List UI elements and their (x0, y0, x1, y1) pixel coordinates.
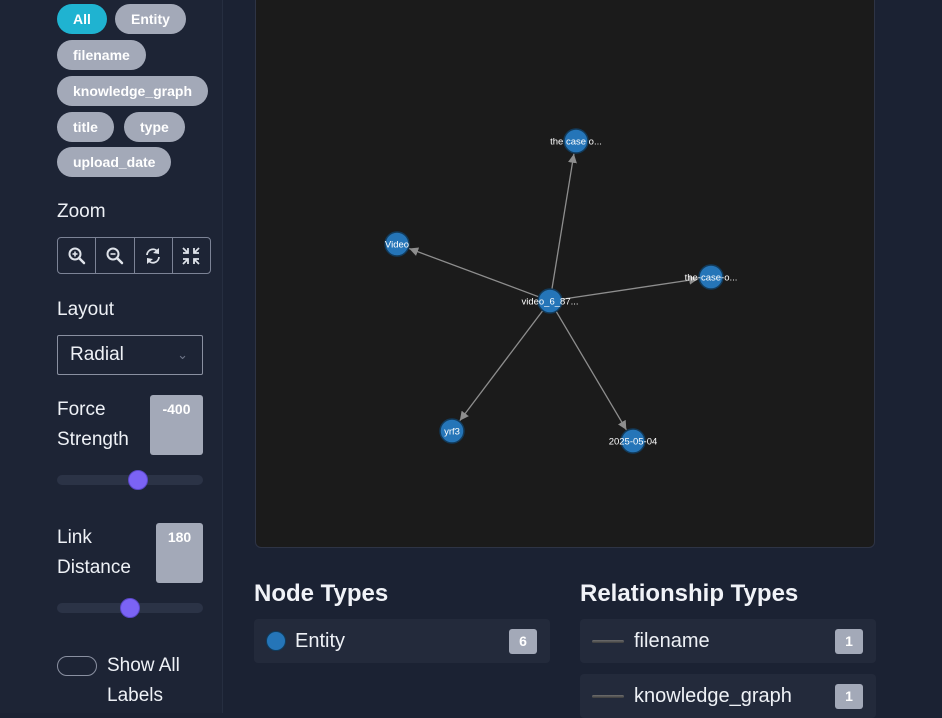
graph-edge-type (408, 247, 539, 298)
entity-node-color-icon (266, 631, 286, 651)
fit-screen-button[interactable] (173, 238, 210, 273)
relationship-type-label: knowledge_graph (634, 685, 792, 707)
chevron-down-icon: ⌄ (177, 347, 188, 362)
node-type-label: Entity (295, 630, 346, 652)
filter-chip-all[interactable]: All (57, 4, 107, 34)
link-distance-input[interactable]: 180 (156, 523, 203, 583)
filter-chip-type[interactable]: type (124, 112, 185, 142)
node-type-row-entity[interactable]: Entity 6 (254, 619, 550, 663)
filter-chip-title[interactable]: title (57, 112, 114, 142)
relationship-type-count-badge: 1 (835, 629, 863, 654)
show-all-labels-label-line2: Labels (107, 685, 163, 706)
graph-edge-kg (459, 310, 544, 422)
zoom-out-icon (106, 247, 124, 264)
graph-node-title[interactable]: the case o... (550, 128, 602, 154)
graph-node-label: video_6_87... (521, 297, 578, 308)
graph-node-filename[interactable]: the-case-o... (685, 264, 738, 290)
graph-node-label: the-case-o... (685, 273, 738, 284)
graph-edge-date (555, 310, 627, 431)
zoom-in-button[interactable] (58, 238, 97, 273)
show-all-labels-toggle[interactable] (57, 656, 97, 676)
filter-chip-entity[interactable]: Entity (115, 4, 186, 34)
layout-label: Layout (57, 299, 115, 320)
relationship-types-title: Relationship Types (580, 580, 799, 607)
force-strength-label-line1: Force (57, 399, 106, 420)
zoom-out-button[interactable] (96, 238, 135, 273)
reset-zoom-button[interactable] (135, 238, 173, 273)
show-all-labels-label-line1: Show All (107, 655, 180, 676)
graph-node-type[interactable]: Video (384, 231, 410, 257)
zoom-controls (57, 237, 211, 274)
graph-canvas[interactable]: video_6_87... the case o... Video the-case-… (255, 0, 875, 548)
graph-edge-filename (561, 275, 699, 300)
graph-node-kg[interactable]: yrf3 (439, 418, 465, 444)
graph-svg[interactable]: video_6_87... the case o... Video the-case-… (256, 0, 876, 549)
zoom-label: Zoom (57, 201, 106, 222)
filter-chip-upload-date[interactable]: upload_date (57, 147, 172, 177)
zoom-in-icon (68, 247, 85, 264)
layout-select[interactable]: Radial ⌄ (57, 335, 203, 375)
relationship-line-icon (592, 695, 624, 698)
sidebar: All Entity filename knowledge_graph titl… (0, 0, 223, 713)
relationship-type-count-badge: 1 (835, 684, 863, 709)
graph-edge-title (551, 153, 577, 290)
reset-icon (146, 247, 161, 264)
relationship-type-row-knowledge-graph[interactable]: knowledge_graph 1 (580, 674, 876, 718)
relationship-type-row-filename[interactable]: filename 1 (580, 619, 876, 663)
filter-chip-filename[interactable]: filename (57, 40, 146, 70)
graph-node-label: yrf3 (444, 427, 460, 438)
relationship-line-icon (592, 640, 624, 643)
graph-node-label: 2025-05-04 (609, 437, 658, 448)
force-strength-slider-thumb[interactable] (127, 470, 148, 490)
graph-node-center[interactable]: video_6_87... (521, 288, 579, 314)
link-distance-label-line2: Distance (57, 557, 131, 578)
filter-chip-knowledge-graph[interactable]: knowledge_graph (57, 76, 209, 106)
force-strength-label-line2: Strength (57, 429, 129, 450)
graph-node-date[interactable]: 2025-05-04 (609, 428, 658, 454)
fit-screen-icon (182, 246, 201, 265)
force-strength-input[interactable]: -400 (150, 395, 203, 455)
node-type-count-badge: 6 (509, 629, 537, 654)
node-types-title: Node Types (254, 580, 389, 607)
layout-select-value: Radial (70, 344, 124, 365)
graph-node-label: Video (385, 240, 409, 251)
graph-node-label: the case o... (550, 137, 602, 148)
relationship-type-label: filename (634, 630, 710, 652)
link-distance-label-line1: Link (57, 527, 92, 548)
link-distance-slider-thumb[interactable] (120, 598, 140, 618)
